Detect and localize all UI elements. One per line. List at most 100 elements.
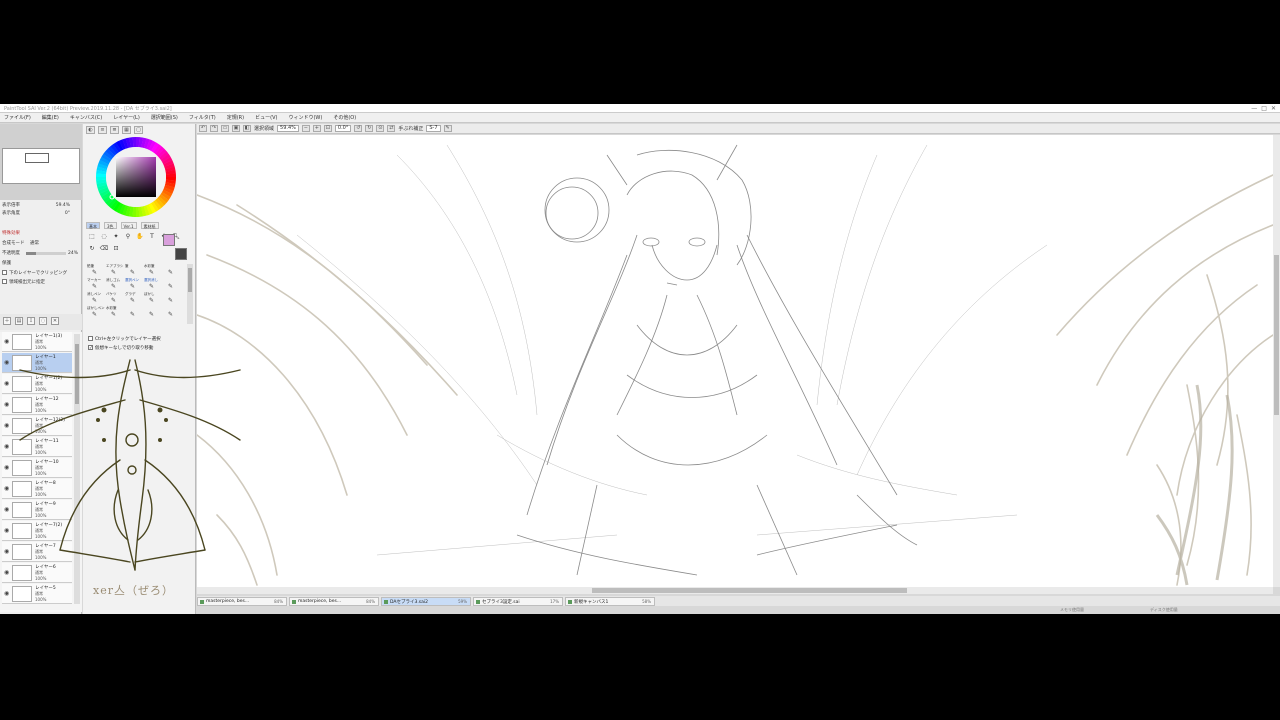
tool-scroll-thumb[interactable] xyxy=(188,268,192,292)
rotate-right-icon[interactable]: ↻ xyxy=(365,125,374,132)
brush-slot[interactable]: ✎ xyxy=(144,306,162,319)
select-rect-icon[interactable]: ⬚ xyxy=(87,232,97,242)
eye-icon[interactable]: ◉ xyxy=(4,401,9,408)
zoom-in-icon[interactable]: + xyxy=(312,125,321,132)
eyedropper-icon[interactable]: ⚲ xyxy=(123,232,133,242)
brush-slot[interactable]: 消しペン ✎ xyxy=(87,292,105,305)
eye-icon[interactable]: ◉ xyxy=(4,380,9,387)
layer-row[interactable]: ◉ レイヤー12(2) 通常 100% xyxy=(2,416,72,436)
zoom-value[interactable]: 59.4% xyxy=(56,202,70,209)
brush-slot[interactable]: 消しゴム ✎ xyxy=(106,278,124,291)
effects-label[interactable]: 特殊効果 xyxy=(2,231,20,236)
pen-pressure-icon[interactable]: ✎ xyxy=(443,125,452,132)
rotate-left-icon[interactable]: ↺ xyxy=(354,125,363,132)
primary-color-swatch[interactable] xyxy=(163,234,175,246)
vertical-scrollbar[interactable] xyxy=(1273,135,1280,587)
brush-slot[interactable]: ぼかしペン ✎ xyxy=(87,306,105,319)
brush-slot[interactable]: 水彩筆 ✎ xyxy=(144,264,162,277)
scratchpad-tab-icon[interactable]: ▢ xyxy=(134,126,143,134)
menu-selection[interactable]: 選択範囲(S) xyxy=(151,114,178,121)
navigator-view-frame[interactable] xyxy=(25,153,49,163)
brush-slot[interactable]: ✎ xyxy=(125,306,143,319)
minimize-button[interactable]: — xyxy=(1251,105,1257,112)
layer-row[interactable]: ◉ レイヤー9 通常 100% xyxy=(2,500,72,520)
eye-icon[interactable]: ◉ xyxy=(4,569,9,576)
deselect-icon[interactable]: ▭ xyxy=(221,125,229,132)
ctrl-click-checkbox[interactable] xyxy=(88,336,93,341)
clip-checkbox[interactable] xyxy=(2,270,7,275)
zoom-out-icon[interactable]: − xyxy=(301,125,310,132)
menu-filter[interactable]: フィルタ(T) xyxy=(189,114,216,121)
color-tab-ver1[interactable]: Ver.1 xyxy=(120,222,137,229)
document-tab[interactable]: DAセブライ3.sai2 59% xyxy=(381,596,471,606)
sel-source-checkbox[interactable] xyxy=(2,279,7,284)
layer-scrollbar[interactable] xyxy=(74,334,80,604)
link-move-option[interactable]: ✓ 仮想キーなしで切り取り移動 xyxy=(88,345,153,351)
brush-slot[interactable]: ✎ xyxy=(163,264,181,277)
layer-row[interactable]: ◉ レイヤー6 通常 100% xyxy=(2,563,72,583)
brush-slot[interactable]: グラデ ✎ xyxy=(125,292,143,305)
horizontal-scrollbar[interactable] xyxy=(197,587,1273,594)
tool-scrollbar[interactable] xyxy=(187,264,193,324)
color-tab-paper[interactable]: 素材紙 xyxy=(140,222,159,229)
stabilizer-select[interactable]: S-7 xyxy=(426,125,441,132)
invert-selection-icon[interactable]: ▣ xyxy=(232,125,240,132)
brush-slot[interactable]: ✎ xyxy=(163,278,181,291)
new-layer-icon[interactable]: ＋ xyxy=(3,317,11,325)
eye-icon[interactable]: ◉ xyxy=(4,590,9,597)
menu-layer[interactable]: レイヤー(L) xyxy=(113,114,140,121)
clear-layer-icon[interactable]: ◌ xyxy=(39,317,47,325)
color-wheel[interactable] xyxy=(95,136,177,218)
eye-icon[interactable]: ◉ xyxy=(4,338,9,345)
eye-icon[interactable]: ◉ xyxy=(4,506,9,513)
maximize-button[interactable]: □ xyxy=(1261,105,1267,112)
document-tab[interactable]: セブライ3設定.sai 17% xyxy=(473,596,563,606)
document-tab[interactable]: masterpiece, bes... 84% xyxy=(289,596,379,606)
layer-row[interactable]: ◉ レイヤー10 通常 100% xyxy=(2,458,72,478)
vertical-scroll-thumb[interactable] xyxy=(1274,255,1279,415)
brush-slot[interactable]: ✎ xyxy=(163,292,181,305)
brush-slot[interactable]: 選択消し ✎ xyxy=(144,278,162,291)
drawing-canvas[interactable] xyxy=(197,135,1273,587)
eye-icon[interactable]: ◉ xyxy=(4,422,9,429)
undo-icon[interactable]: ↶ xyxy=(199,125,207,132)
secondary-color-swatch[interactable] xyxy=(175,248,187,260)
lasso-icon[interactable]: ◌ xyxy=(99,232,109,242)
delete-layer-icon[interactable]: ✕ xyxy=(51,317,59,325)
eye-icon[interactable]: ◉ xyxy=(4,527,9,534)
eye-icon[interactable]: ◉ xyxy=(4,359,9,366)
eye-icon[interactable]: ◉ xyxy=(4,443,9,450)
color-wheel-tab-icon[interactable]: ◐ xyxy=(86,126,95,134)
document-tab[interactable]: masterpiece, bes... 84% xyxy=(197,596,287,606)
new-folder-icon[interactable]: ▤ xyxy=(15,317,23,325)
brush-slot[interactable]: 水彩筆 ✎ xyxy=(106,306,124,319)
ctrl-click-option[interactable]: Ctrl+左クリックでレイヤー選択 xyxy=(88,336,161,342)
brush-slot[interactable]: エアブラシ ✎ xyxy=(106,264,124,277)
hsv-tab-icon[interactable]: ≣ xyxy=(110,126,119,134)
color-tab-3color[interactable]: 3色 xyxy=(104,222,117,229)
layer-scroll-thumb[interactable] xyxy=(75,344,79,404)
eye-icon[interactable]: ◉ xyxy=(4,548,9,555)
navigator-preview[interactable] xyxy=(2,148,80,184)
layer-row[interactable]: ◉ レイヤー7(2) 通常 100% xyxy=(2,521,72,541)
clip-row[interactable]: 下のレイヤーでクリッピング xyxy=(2,270,80,277)
brush-slot[interactable]: マーカー ✎ xyxy=(87,278,105,291)
document-tab[interactable]: 新規キャンバス1 58% xyxy=(565,596,655,606)
angle-value[interactable]: 0° xyxy=(65,210,70,217)
blend-select[interactable]: 通常 xyxy=(30,240,39,247)
layer-row[interactable]: ◉ レイヤー12 通常 100% xyxy=(2,395,72,415)
zoom-reset-icon[interactable]: ⊡ xyxy=(323,125,332,132)
transform-icon[interactable]: ⊡ xyxy=(111,244,121,254)
swatch-tab-icon[interactable]: ▦ xyxy=(122,126,131,134)
brush-slot[interactable]: バケツ ✎ xyxy=(106,292,124,305)
rotation-field[interactable]: 0.0° xyxy=(334,125,352,132)
eye-icon[interactable]: ◉ xyxy=(4,485,9,492)
brush-slot[interactable]: 鉛筆 ✎ xyxy=(87,264,105,277)
layer-row[interactable]: ◉ レイヤー7 通常 100% xyxy=(2,542,72,562)
magic-wand-icon[interactable]: ✦ xyxy=(111,232,121,242)
close-button[interactable]: ✕ xyxy=(1271,105,1276,112)
eraser-icon[interactable]: ⌫ xyxy=(99,244,109,254)
hand-icon[interactable]: ✋ xyxy=(135,232,145,242)
menu-other[interactable]: その他(O) xyxy=(333,114,356,121)
color-tab-basic[interactable]: 基本 xyxy=(86,222,100,229)
